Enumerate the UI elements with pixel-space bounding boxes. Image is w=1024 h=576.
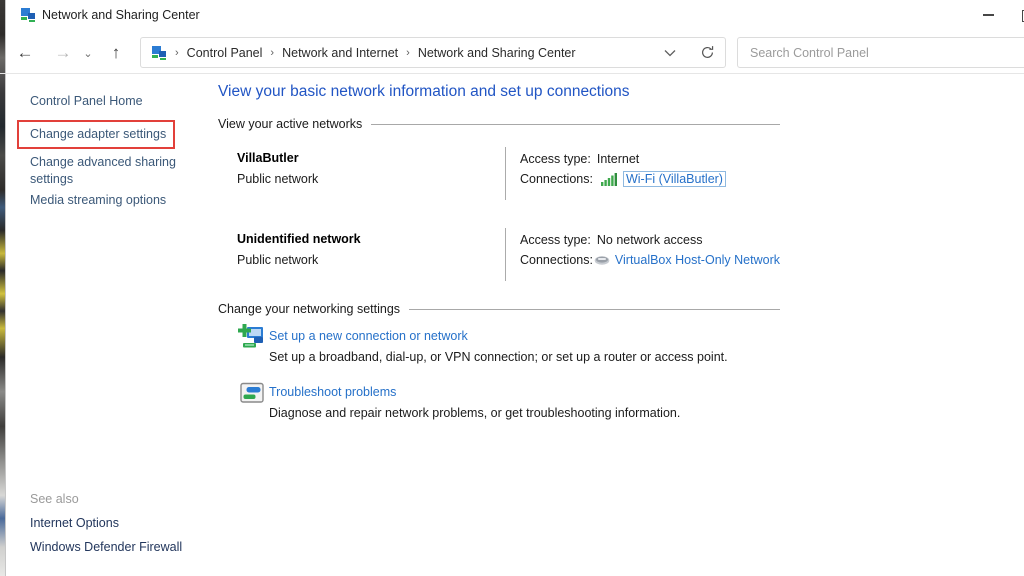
sidebar-item-change-adapter-settings[interactable]: Change adapter settings xyxy=(30,127,166,141)
network-type: Public network xyxy=(237,172,318,186)
connection-link-wifi-villabutler[interactable]: Wi-Fi (VillaButler) xyxy=(623,171,726,187)
connection-link-virtualbox-host-only[interactable]: VirtualBox Host-Only Network xyxy=(615,253,780,267)
troubleshoot-icon xyxy=(240,381,264,405)
back-button[interactable]: ← xyxy=(10,38,40,68)
access-type-value: No network access xyxy=(597,233,703,247)
see-also-header: See also xyxy=(30,492,79,506)
sidebar-item-windows-defender-firewall[interactable]: Windows Defender Firewall xyxy=(30,540,182,554)
network-sharing-center-window: Network and Sharing Center ← → ⌄ ↑ › Con… xyxy=(0,0,1024,576)
breadcrumb-separator-icon: › xyxy=(175,47,179,59)
search-box[interactable] xyxy=(737,37,1024,68)
address-dropdown-chevron-icon[interactable] xyxy=(664,49,676,57)
networking-settings-section-header: Change your networking settings xyxy=(218,302,780,316)
connections-label: Connections: xyxy=(520,172,599,186)
wifi-signal-icon xyxy=(601,173,618,186)
search-input[interactable] xyxy=(738,38,1024,67)
network-row-villabutler: VillaButler Public network Access type: … xyxy=(237,149,780,199)
sidebar-item-change-advanced-sharing-settings[interactable]: Change advanced sharing settings xyxy=(30,154,182,187)
access-type-value: Internet xyxy=(597,152,639,166)
forward-button: → xyxy=(48,38,78,68)
network-type: Public network xyxy=(237,253,318,267)
title-bar: Network and Sharing Center xyxy=(6,0,1024,30)
network-row-divider xyxy=(505,228,506,281)
breadcrumb-control-panel[interactable]: Control Panel xyxy=(187,46,263,60)
sidebar-item-media-streaming-options[interactable]: Media streaming options xyxy=(30,193,166,207)
troubleshoot-problems-description: Diagnose and repair network problems, or… xyxy=(269,406,680,420)
active-networks-section-header: View your active networks xyxy=(218,117,780,131)
access-type-label: Access type: xyxy=(520,233,597,247)
page-title: View your basic network information and … xyxy=(218,83,630,101)
section-rule xyxy=(371,124,780,125)
address-bar[interactable]: › Control Panel › Network and Internet ›… xyxy=(140,37,726,68)
breadcrumb-separator-icon: › xyxy=(406,47,410,59)
toolbar-divider xyxy=(0,73,1024,74)
sidebar-item-internet-options[interactable]: Internet Options xyxy=(30,516,119,530)
window-title: Network and Sharing Center xyxy=(42,8,200,22)
network-row-divider xyxy=(505,147,506,200)
breadcrumb-separator-icon: › xyxy=(270,47,274,59)
new-connection-icon xyxy=(238,324,264,350)
breadcrumb-network-sharing-center[interactable]: Network and Sharing Center xyxy=(418,46,576,60)
control-panel-icon xyxy=(151,45,167,61)
network-name: VillaButler xyxy=(237,151,299,165)
connections-label: Connections: xyxy=(520,253,592,267)
recent-locations-chevron-icon[interactable]: ⌄ xyxy=(78,38,98,68)
sidebar-item-control-panel-home[interactable]: Control Panel Home xyxy=(30,94,143,108)
network-sharing-center-icon xyxy=(20,7,36,23)
setup-new-connection-link[interactable]: Set up a new connection or network xyxy=(269,329,468,343)
up-button[interactable]: ↑ xyxy=(101,38,131,68)
minimize-button[interactable] xyxy=(966,0,1010,30)
networking-settings-label: Change your networking settings xyxy=(218,302,400,316)
breadcrumb-network-and-internet[interactable]: Network and Internet xyxy=(282,46,398,60)
ethernet-icon xyxy=(594,255,610,266)
refresh-icon[interactable] xyxy=(700,45,715,60)
section-rule xyxy=(409,309,780,310)
network-name: Unidentified network xyxy=(237,232,361,246)
access-type-label: Access type: xyxy=(520,152,597,166)
window-left-border xyxy=(5,0,6,576)
troubleshoot-problems-link[interactable]: Troubleshoot problems xyxy=(269,385,396,399)
setup-new-connection-description: Set up a broadband, dial-up, or VPN conn… xyxy=(269,350,728,364)
network-row-unidentified: Unidentified network Public network Acce… xyxy=(237,230,780,280)
minimize-icon xyxy=(983,14,994,16)
active-networks-label: View your active networks xyxy=(218,117,362,131)
